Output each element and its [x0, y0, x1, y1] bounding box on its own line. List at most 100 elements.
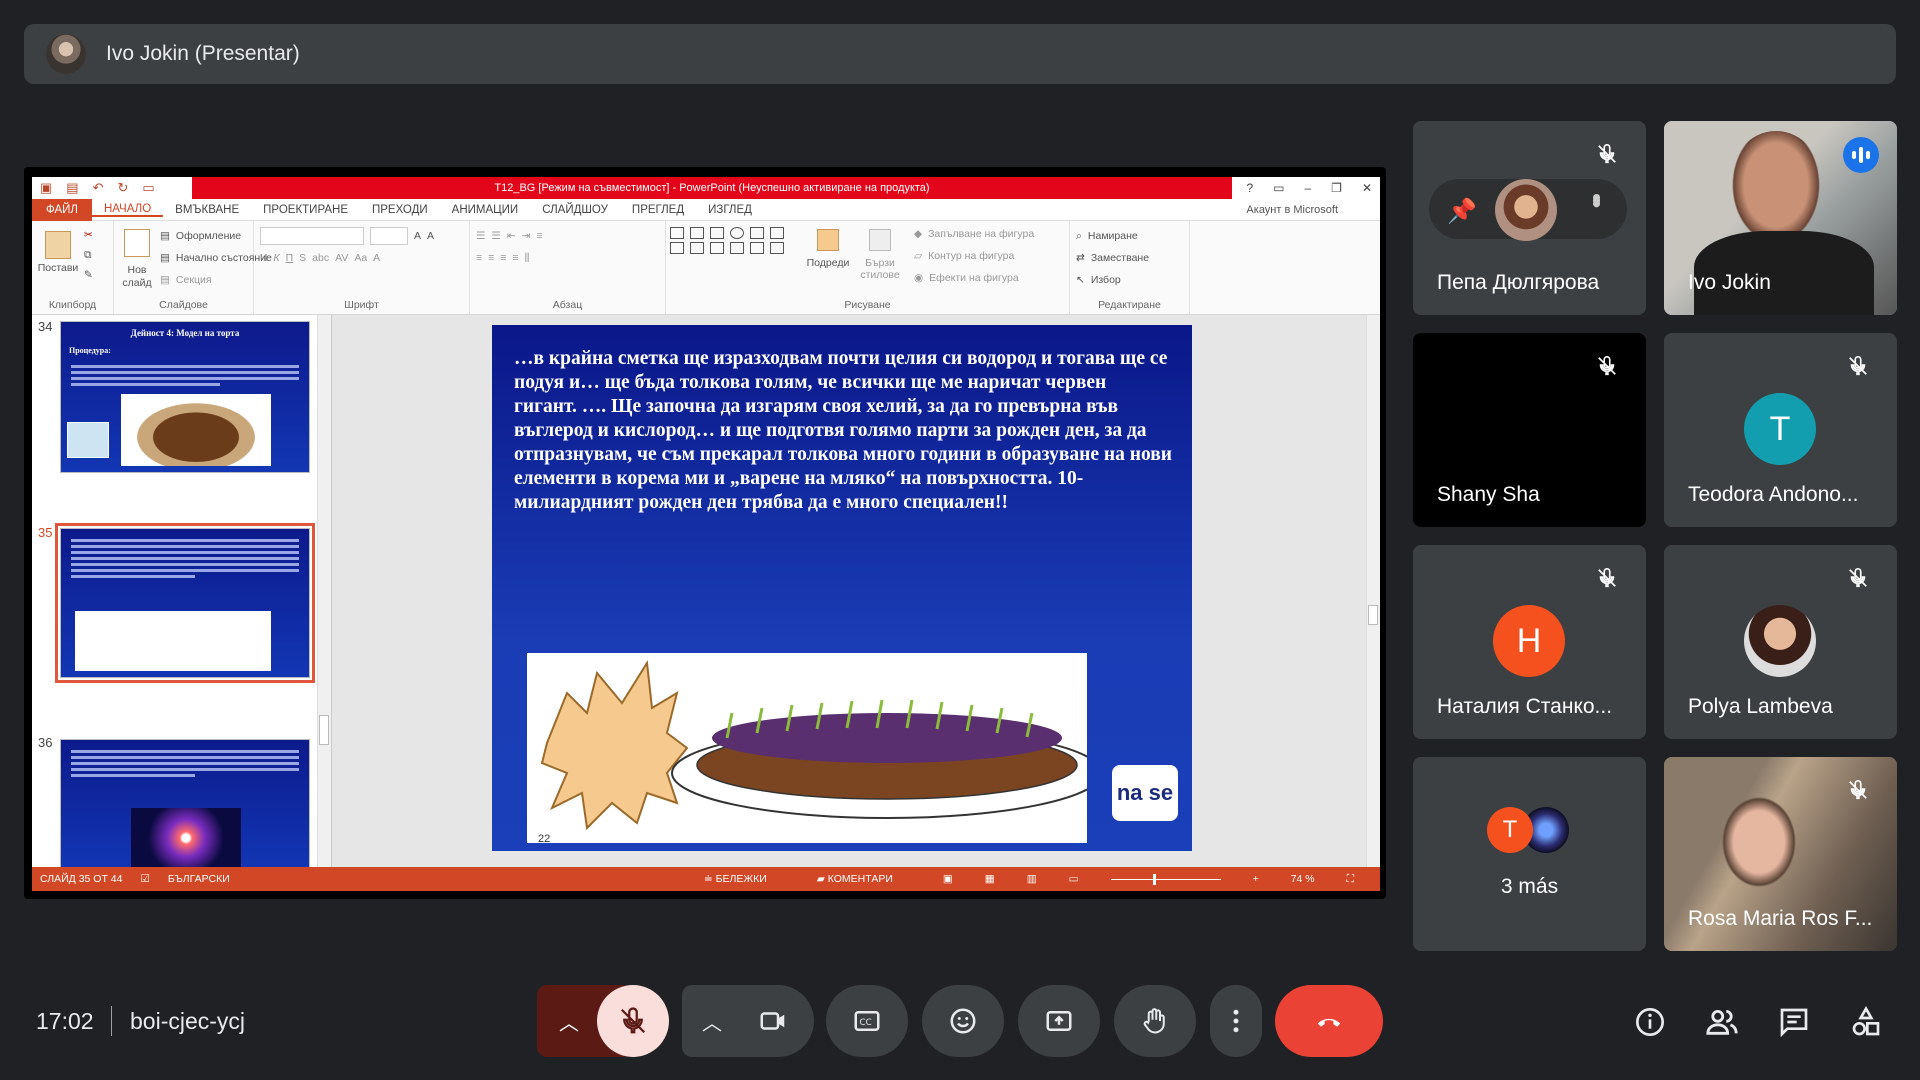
restore-icon[interactable]: ❐ [1331, 181, 1342, 195]
slide-thumb-35[interactable] [55, 523, 315, 683]
shapes-gallery[interactable] [670, 227, 790, 254]
pin-icon[interactable]: 📌 [1447, 197, 1477, 226]
cut-icon[interactable]: ✂ [84, 229, 93, 241]
new-slide-button[interactable]: Нов слайд [120, 229, 154, 290]
shape-effects-button[interactable]: ◉ Ефекти на фигура [914, 267, 1034, 289]
start-slideshow-icon[interactable]: ▭ [142, 180, 154, 196]
tab-review[interactable]: ПРЕГЛЕД [620, 204, 696, 216]
line-spacing-icon[interactable]: ≡ [536, 230, 542, 242]
spacing-icon[interactable]: AV [335, 252, 348, 264]
tab-transitions[interactable]: ПРЕХОДИ [360, 204, 440, 216]
tab-design[interactable]: ПРОЕКТИРАНЕ [251, 204, 360, 216]
tab-file[interactable]: ФАЙЛ [32, 198, 92, 221]
tab-insert[interactable]: ВМЪКВАНЕ [163, 204, 251, 216]
current-slide[interactable]: …в крайна сметка ще изразходвам почти це… [492, 325, 1192, 851]
ribbon-display-icon[interactable]: ▭ [1273, 181, 1284, 195]
help-icon[interactable]: ? [1246, 181, 1253, 195]
columns-icon[interactable]: ⫼ [525, 252, 530, 265]
comments-button[interactable]: ▰ КОМЕНТАРИ [817, 873, 911, 885]
replace-button[interactable]: ⇄ Заместване [1076, 247, 1183, 269]
zoom-level[interactable]: 74 % [1291, 873, 1315, 885]
more-participants-tile[interactable]: T 3 más [1413, 757, 1646, 951]
arrange-button[interactable]: Подреди [806, 229, 850, 269]
case-icon[interactable]: Aa [354, 252, 367, 264]
camera-icon[interactable] [758, 1006, 788, 1036]
chat-button[interactable] [1776, 1004, 1812, 1040]
numbering-icon[interactable]: ☰ [491, 230, 500, 242]
bullets-icon[interactable]: ☰ [476, 230, 485, 242]
tab-view[interactable]: ИЗГЛЕД [696, 204, 764, 216]
meeting-code[interactable]: boi-cjec-ycj [130, 1008, 245, 1035]
indent-icon[interactable]: ⇤ [507, 230, 516, 242]
spellcheck-icon[interactable]: ☑ [140, 873, 149, 885]
tab-slideshow[interactable]: СЛАЙДШОУ [530, 204, 620, 216]
normal-view-icon[interactable]: ▣ [943, 873, 953, 885]
underline-icon[interactable]: П [286, 252, 294, 264]
format-painter-icon[interactable]: ✎ [84, 269, 93, 281]
close-icon[interactable]: ✕ [1362, 181, 1372, 195]
participant-tile-speaking[interactable]: Ivo Jokin [1664, 121, 1897, 315]
activities-button[interactable] [1848, 1004, 1884, 1040]
shape-fill-button[interactable]: ◆ Запълване на фигура [914, 223, 1034, 245]
reading-view-icon[interactable]: ▥ [1027, 873, 1037, 885]
zoom-slider[interactable] [1110, 873, 1221, 885]
save-icon[interactable]: ▤ [66, 180, 78, 196]
shadow-icon[interactable]: S [299, 252, 306, 264]
sorter-view-icon[interactable]: ▦ [985, 873, 995, 885]
leave-call-button[interactable] [1275, 985, 1383, 1057]
align-right-icon[interactable]: ≡ [500, 252, 506, 264]
more-options-button[interactable] [1210, 985, 1262, 1057]
align-center-icon[interactable]: ≡ [488, 252, 494, 264]
captions-button[interactable]: CC [826, 985, 908, 1057]
slide-scroll-thumb[interactable] [1368, 605, 1378, 625]
copy-icon[interactable]: ⧉ [84, 249, 92, 262]
justify-icon[interactable]: ≡ [512, 252, 518, 264]
raise-hand-button[interactable] [1114, 985, 1196, 1057]
thumb-scrollbar[interactable] [317, 315, 331, 867]
italic-icon[interactable]: К [273, 252, 279, 264]
people-button[interactable] [1704, 1004, 1740, 1040]
paste-button[interactable]: Постави [38, 225, 78, 274]
quick-styles-button[interactable]: Бързи стилове [856, 229, 904, 281]
more-options-icon[interactable]: ••• [1581, 193, 1612, 202]
undo-icon[interactable]: ↶ [93, 180, 104, 196]
shape-outline-button[interactable]: ▱ Контур на фигура [914, 245, 1034, 267]
align-left-icon[interactable]: ≡ [476, 252, 482, 264]
font-size-input[interactable] [370, 227, 408, 245]
bold-icon[interactable]: Ч [260, 252, 267, 264]
select-button[interactable]: ↖ Избор [1076, 269, 1183, 291]
slide-thumb-34[interactable]: Дейност 4: Модел на торта Процедура: [60, 321, 310, 473]
tab-animations[interactable]: АНИМАЦИИ [440, 204, 531, 216]
account-link[interactable]: Акаунт в Microsoft [1234, 204, 1350, 216]
video-options-button[interactable]: ︿ [682, 985, 814, 1057]
minimize-icon[interactable]: – [1304, 181, 1311, 195]
redo-icon[interactable]: ↻ [118, 180, 129, 196]
notes-button[interactable]: ≐ БЕЛЕЖКИ [704, 873, 785, 885]
strike-icon[interactable]: abc [312, 252, 329, 264]
grow-font-icon[interactable]: A [414, 230, 421, 242]
slideshow-view-icon[interactable]: ▭ [1069, 873, 1079, 885]
fit-slide-icon[interactable]: ⛶ [1347, 873, 1354, 886]
outdent-icon[interactable]: ⇥ [522, 230, 531, 242]
participant-tile[interactable]: Polya Lambeva [1664, 545, 1897, 739]
slide-scrollbar[interactable] [1366, 315, 1380, 867]
meeting-info-button[interactable] [1632, 1004, 1668, 1040]
participant-tile[interactable]: T Teodora Andono... [1664, 333, 1897, 527]
thumb-scroll-thumb[interactable] [319, 715, 329, 745]
language-label[interactable]: БЪЛГАРСКИ [168, 873, 230, 885]
font-color-icon[interactable]: A [373, 252, 380, 264]
mic-toggle-button[interactable] [597, 985, 669, 1057]
zoom-in-icon[interactable]: + [1253, 873, 1259, 885]
info-icon [1636, 1008, 1664, 1036]
shrink-font-icon[interactable]: A [427, 230, 434, 242]
find-button[interactable]: ⌕ Намиране [1076, 225, 1183, 247]
participant-tile[interactable]: Rosa Maria Ros F... [1664, 757, 1897, 951]
participant-tile[interactable]: 📌 ••• Пепа Дюлгярова [1413, 121, 1646, 315]
participant-tile[interactable]: Shany Sha [1413, 333, 1646, 527]
slide-thumb-36[interactable] [60, 739, 310, 867]
reactions-button[interactable] [922, 985, 1004, 1057]
tab-home[interactable]: НАЧАЛО [91, 203, 164, 217]
font-name-input[interactable] [260, 227, 364, 245]
participant-tile[interactable]: H Наталия Станко... [1413, 545, 1646, 739]
present-button[interactable] [1018, 985, 1100, 1057]
